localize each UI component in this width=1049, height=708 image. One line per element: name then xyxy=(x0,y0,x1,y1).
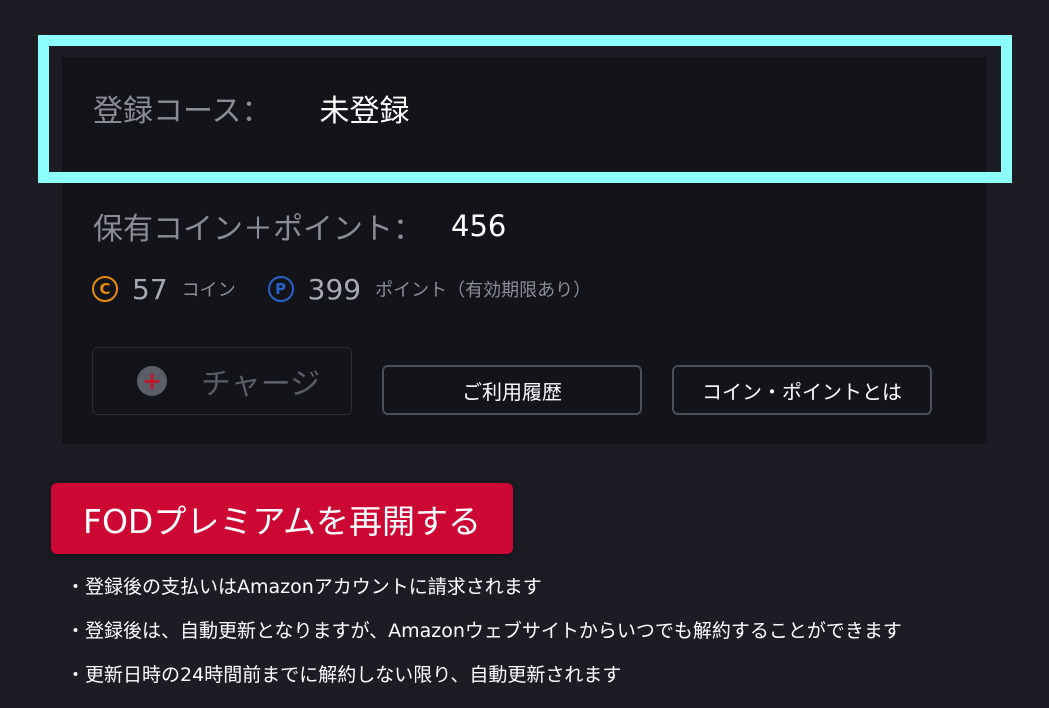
history-button[interactable]: ご利用履歴 xyxy=(382,365,642,415)
subscription-value: 未登録 xyxy=(319,94,410,129)
charge-button[interactable]: + チャージ xyxy=(92,347,352,415)
coin-icon: C xyxy=(92,276,118,302)
subscription-label: 登録コース： xyxy=(93,94,272,129)
coin-unit: コイン xyxy=(181,280,236,301)
point-unit: ポイント（有効期限あり） xyxy=(375,280,592,301)
charge-label: チャージ xyxy=(201,367,321,402)
resume-premium-label: FODプレミアムを再開する xyxy=(82,501,482,541)
coin-point-info-label: コイン・ポイントとは xyxy=(702,379,902,404)
subscription-row: 登録コース： 未登録 xyxy=(93,88,410,129)
coin-count: 57 xyxy=(132,272,168,306)
note-item: 登録後は、自動更新となりますが、Amazonウェブサイトからいつでも解約すること… xyxy=(66,614,902,658)
history-label: ご利用履歴 xyxy=(462,379,562,404)
resume-premium-button[interactable]: FODプレミアムを再開する xyxy=(51,483,513,554)
notes-list: 登録後の支払いはAmazonアカウントに請求されます 登録後は、自動更新となりま… xyxy=(66,570,902,702)
point-count: 399 xyxy=(307,272,362,306)
note-item: 更新日時の24時間前までに解約しない限り、自動更新されます xyxy=(66,658,902,702)
note-item: 登録後の支払いはAmazonアカウントに請求されます xyxy=(66,570,902,614)
plus-icon: + xyxy=(137,366,167,396)
balance-total: 456 xyxy=(451,209,507,243)
balance-row: 保有コイン＋ポイント： 456 xyxy=(93,206,507,247)
point-icon: P xyxy=(267,276,294,302)
balance-label: 保有コイン＋ポイント： xyxy=(93,212,423,247)
balance-detail-row: C 57 コイン P 399 ポイント（有効期限あり） xyxy=(92,272,591,306)
coin-point-info-button[interactable]: コイン・ポイントとは xyxy=(672,365,932,415)
